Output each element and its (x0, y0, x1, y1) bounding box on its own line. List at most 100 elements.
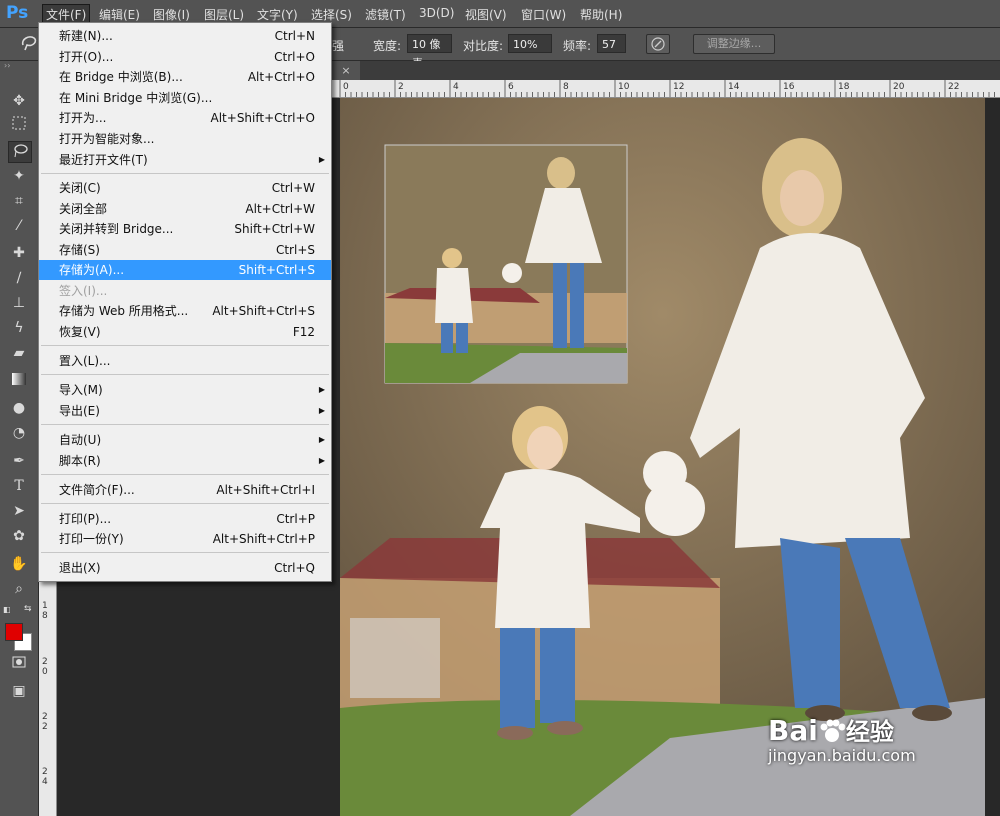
type-tool-icon[interactable]: T (8, 476, 30, 496)
clone-stamp-tool-icon[interactable]: ⊥ (8, 293, 30, 313)
history-brush-tool-icon[interactable]: ϟ (8, 318, 30, 338)
menu-item-place[interactable]: 置入(L)... (39, 351, 331, 371)
menu-item-open[interactable]: 打开(O)... Ctrl+O (39, 47, 331, 67)
menu-item-open-smart-object[interactable]: 打开为智能对象... (39, 129, 331, 149)
menu-item-shortcut: Alt+Ctrl+W (245, 202, 315, 216)
menu-item-save-for-web[interactable]: 存储为 Web 所用格式... Alt+Shift+Ctrl+S (39, 301, 331, 321)
menu-item-save-as[interactable]: 存储为(A)... Shift+Ctrl+S (39, 260, 331, 280)
ruler-label: 0 (42, 667, 48, 677)
ruler-label: 8 (563, 82, 569, 92)
eraser-tool-icon[interactable]: ▰ (8, 343, 30, 363)
menu-edit[interactable]: 编辑(E) (99, 6, 140, 23)
ruler-label: 10 (618, 82, 630, 92)
menu-item-label: 存储(S) (59, 243, 100, 257)
ruler-label: 0 (343, 82, 349, 92)
menu-item-label: 文件简介(F)... (59, 483, 135, 497)
menu-layer[interactable]: 图层(L) (204, 6, 244, 23)
healing-brush-tool-icon[interactable]: ✚ (8, 243, 30, 263)
ruler-label: 22 (948, 82, 960, 92)
menu-item-import[interactable]: 导入(M) ▶ (39, 380, 331, 400)
menu-item-close-all[interactable]: 关闭全部 Alt+Ctrl+W (39, 199, 331, 219)
foreground-color-swatch[interactable] (5, 623, 23, 641)
menu-filter[interactable]: 滤镜(T) (365, 6, 406, 23)
menu-item-browse-bridge[interactable]: 在 Bridge 中浏览(B)... Alt+Ctrl+O (39, 67, 331, 87)
gradient-tool-icon[interactable] (8, 371, 30, 391)
menu-item-shortcut: Ctrl+Q (274, 561, 315, 575)
dodge-tool-icon[interactable]: ◔ (8, 423, 30, 443)
menu-item-shortcut: Ctrl+S (275, 243, 315, 257)
menu-separator (41, 345, 329, 346)
menu-item-check-in: 签入(I)... (39, 281, 331, 301)
menu-item-exit[interactable]: 退出(X) Ctrl+Q (39, 558, 331, 578)
menu-item-label: 恢复(V) (59, 325, 101, 339)
menu-item-scripts[interactable]: 脚本(R) ▶ (39, 451, 331, 471)
frequency-field[interactable]: 57 (597, 34, 626, 53)
menu-image[interactable]: 图像(I) (153, 6, 190, 23)
contrast-field[interactable]: 10% (508, 34, 552, 53)
document-canvas[interactable] (340, 98, 985, 816)
menu-item-print-one-copy[interactable]: 打印一份(Y) Alt+Shift+Ctrl+P (39, 529, 331, 549)
menu-separator (41, 173, 329, 174)
close-tab-icon[interactable]: × (341, 64, 350, 77)
menu-item-open-as[interactable]: 打开为... Alt+Shift+Ctrl+O (39, 108, 331, 128)
menu-item-close-go-bridge[interactable]: 关闭并转到 Bridge... Shift+Ctrl+W (39, 219, 331, 239)
menu-help[interactable]: 帮助(H) (580, 6, 622, 23)
hand-tool-icon[interactable]: ✋ (8, 554, 30, 574)
zoom-tool-icon[interactable]: ⌕ (8, 579, 30, 599)
photo-mother-child-teddy (340, 98, 985, 816)
quick-mask-icon[interactable] (8, 654, 30, 674)
ruler-label: 4 (453, 82, 459, 92)
menu-item-label: 自动(U) (59, 433, 102, 447)
move-tool-icon[interactable]: ✥ (8, 91, 30, 111)
menu-item-label: 退出(X) (59, 561, 101, 575)
menu-item-file-info[interactable]: 文件简介(F)... Alt+Shift+Ctrl+I (39, 480, 331, 500)
menu-item-automate[interactable]: 自动(U) ▶ (39, 430, 331, 450)
menu-item-shortcut: Alt+Ctrl+O (247, 70, 315, 84)
menu-view[interactable]: 视图(V) (465, 6, 507, 23)
eyedropper-tool-icon[interactable]: ⁄ (8, 216, 30, 236)
width-field[interactable]: 10 像素 (407, 34, 452, 70)
screen-mode-icon[interactable]: ▣ (8, 681, 30, 701)
menu-item-new[interactable]: 新建(N)... Ctrl+N (39, 26, 331, 46)
submenu-arrow-icon: ▶ (318, 435, 325, 444)
tablet-pressure-button[interactable] (646, 34, 670, 54)
collapse-icon[interactable]: ›› (4, 61, 10, 70)
refine-edge-button[interactable]: 调整边缘... (693, 34, 775, 54)
custom-shape-tool-icon[interactable]: ✿ (8, 526, 30, 546)
default-colors-icon[interactable]: ◧ (3, 605, 11, 614)
path-selection-tool-icon[interactable]: ➤ (8, 501, 30, 521)
menu-item-label: 打印一份(Y) (59, 532, 124, 546)
menu-3d[interactable]: 3D(D) (419, 6, 454, 20)
blur-tool-icon[interactable]: ● (8, 398, 30, 418)
menu-item-export[interactable]: 导出(E) ▶ (39, 401, 331, 421)
brush-tool-icon[interactable]: ∕ (8, 268, 30, 288)
swap-colors-icon[interactable]: ⇆ (24, 604, 32, 614)
menu-item-revert[interactable]: 恢复(V) F12 (39, 322, 331, 342)
document-tab[interactable]: × (332, 61, 360, 80)
menu-separator (41, 503, 329, 504)
menu-item-browse-mini-bridge[interactable]: 在 Mini Bridge 中浏览(G)... (39, 88, 331, 108)
menu-item-print[interactable]: 打印(P)... Ctrl+P (39, 509, 331, 529)
menu-item-save[interactable]: 存储(S) Ctrl+S (39, 240, 331, 260)
crop-tool-icon[interactable]: ⌗ (8, 191, 30, 211)
lasso-tool-icon[interactable] (8, 141, 32, 163)
document-tab-bar: × (332, 61, 1000, 80)
menu-item-shortcut: Ctrl+P (276, 512, 315, 526)
menu-item-shortcut: Ctrl+O (274, 50, 315, 64)
file-menu-dropdown: 新建(N)... Ctrl+N 打开(O)... Ctrl+O 在 Bridge 中… (38, 22, 332, 582)
magnetic-lasso-preset-icon[interactable] (18, 33, 40, 53)
marquee-tool-icon[interactable] (8, 116, 30, 136)
magic-wand-tool-icon[interactable]: ✦ (8, 166, 30, 186)
menu-window[interactable]: 窗口(W) (521, 6, 566, 23)
menu-select[interactable]: 选择(S) (311, 6, 352, 23)
menu-item-label: 最近打开文件(T) (59, 153, 148, 167)
top-ruler: 0 2 4 6 8 10 12 14 16 18 20 22 (332, 80, 1000, 98)
paw-icon (818, 719, 846, 745)
menu-item-label: 新建(N)... (59, 29, 113, 43)
menu-type[interactable]: 文字(Y) (257, 6, 298, 23)
contrast-label: 对比度: (463, 39, 504, 53)
menu-item-recent-files[interactable]: 最近打开文件(T) ▶ (39, 150, 331, 170)
frequency-label: 频率: (563, 39, 592, 53)
menu-item-close[interactable]: 关闭(C) Ctrl+W (39, 178, 331, 198)
pen-tool-icon[interactable]: ✒ (8, 451, 30, 471)
